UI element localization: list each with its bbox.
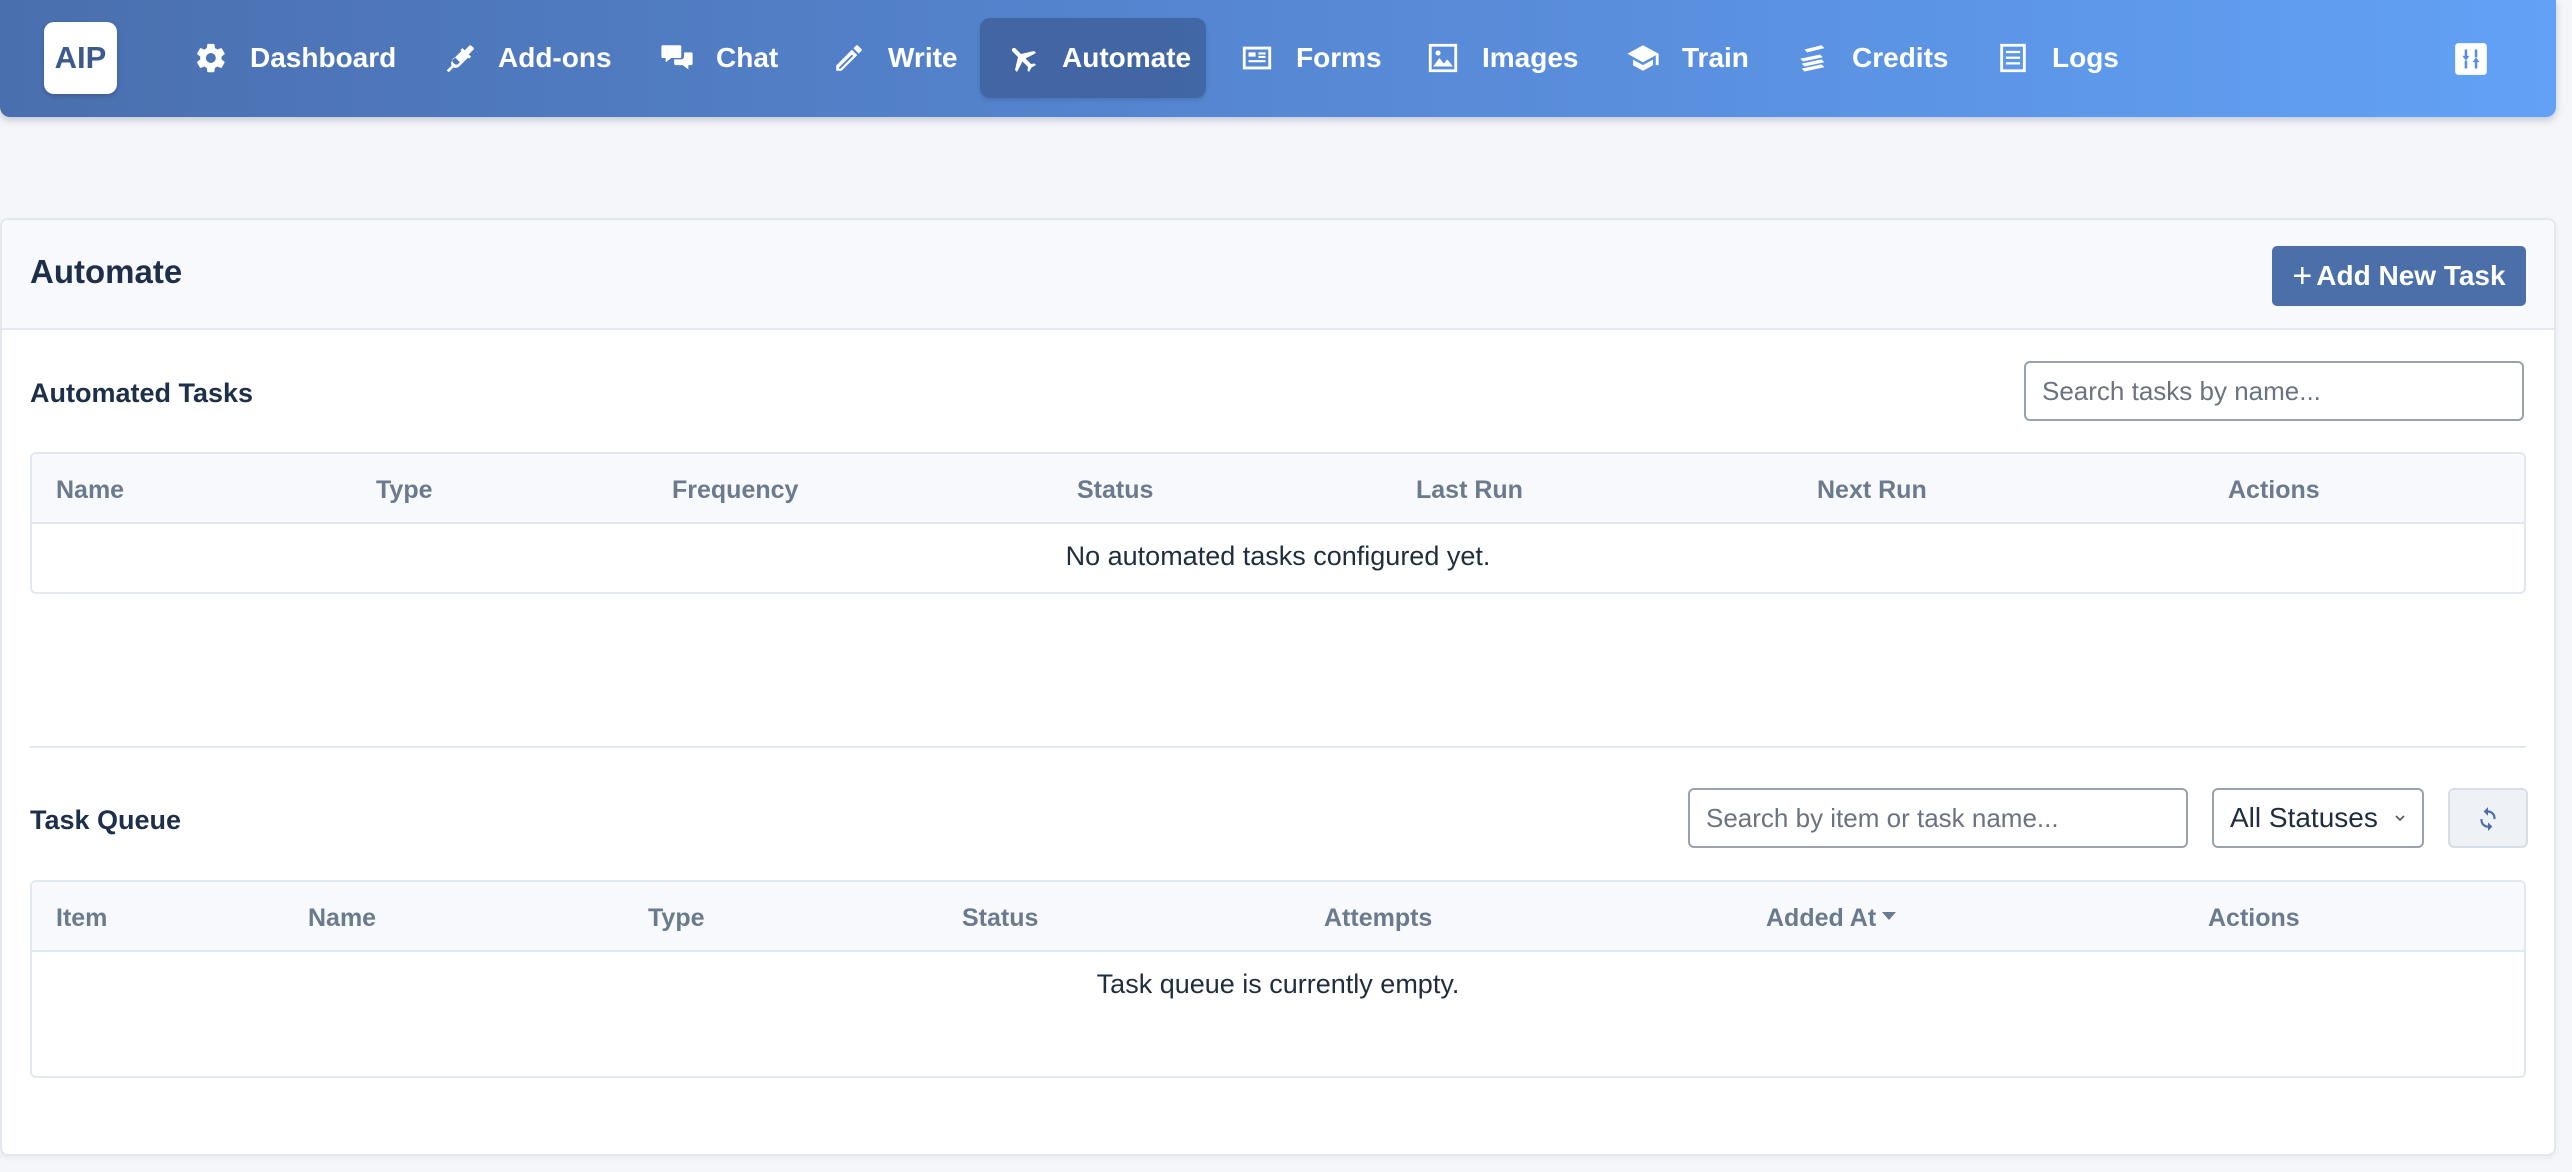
comments-icon — [660, 41, 694, 75]
nav-item-logs[interactable]: Logs — [1970, 18, 2145, 98]
column-header-item[interactable]: Item — [56, 904, 107, 933]
status-filter-select[interactable]: All Statuses — [2212, 788, 2424, 848]
column-header-status[interactable]: Status — [962, 904, 1038, 933]
plus-icon: + — [2292, 256, 2313, 295]
add-new-task-button[interactable]: + Add New Task — [2272, 246, 2526, 306]
sliders-icon[interactable] — [2452, 40, 2490, 78]
nav-label: Logs — [2052, 42, 2119, 73]
plug-icon — [442, 41, 476, 75]
table-header: Name Type Frequency Status Last Run Next… — [32, 454, 2524, 524]
column-header-name[interactable]: Name — [308, 904, 376, 933]
sort-desc-icon — [1882, 912, 1897, 920]
top-navbar: AIP Dashboard Add-ons Chat Write Automat… — [0, 0, 2556, 117]
add-new-task-label: Add New Task — [2316, 260, 2506, 291]
status-filter-value: All Statuses — [2230, 802, 2378, 833]
column-header-status[interactable]: Status — [1077, 476, 1153, 505]
automated-tasks-table: Name Type Frequency Status Last Run Next… — [30, 452, 2526, 594]
form-icon — [1240, 41, 1274, 75]
pencil-icon — [832, 41, 866, 75]
nav-item-credits[interactable]: Credits — [1770, 18, 1974, 98]
nav-item-dashboard[interactable]: Dashboard — [168, 18, 422, 98]
section-divider — [30, 746, 2526, 748]
image-icon — [1426, 41, 1460, 75]
card-header: Automate + Add New Task — [2, 220, 2554, 330]
nav-item-automate[interactable]: Automate — [980, 18, 1206, 98]
nav-item-add-ons[interactable]: Add-ons — [416, 18, 638, 98]
nav-label: Dashboard — [250, 42, 397, 73]
column-header-last-run[interactable]: Last Run — [1416, 476, 1523, 505]
refresh-button[interactable] — [2448, 788, 2528, 848]
table-header: Item Name Type Status Attempts Added At … — [32, 882, 2524, 952]
nav-item-write[interactable]: Write — [806, 18, 984, 98]
refresh-icon — [2480, 807, 2496, 831]
empty-state-message: Task queue is currently empty. — [1096, 969, 1460, 999]
empty-state-message: No automated tasks configured yet. — [1065, 541, 1491, 571]
column-header-added-at[interactable]: Added At — [1766, 904, 1897, 933]
list-icon — [1996, 41, 2030, 75]
chevron-down-icon — [2395, 815, 2405, 822]
nav-label: Write — [888, 42, 958, 73]
column-header-actions: Actions — [2228, 476, 2320, 504]
column-header-attempts[interactable]: Attempts — [1324, 904, 1432, 933]
nav-item-chat[interactable]: Chat — [634, 18, 804, 98]
graduation-cap-icon — [1626, 41, 1660, 75]
column-header-actions: Actions — [2208, 904, 2300, 932]
nav-item-forms[interactable]: Forms — [1214, 18, 1408, 98]
column-header-added-at-label: Added At — [1766, 904, 1877, 932]
nav-label: Automate — [1062, 42, 1192, 73]
plane-icon — [1006, 41, 1040, 75]
nav-label: Credits — [1852, 42, 1949, 73]
nav-item-images[interactable]: Images — [1400, 18, 1605, 98]
queue-search-input[interactable] — [1688, 788, 2188, 848]
column-header-type[interactable]: Type — [376, 476, 433, 505]
column-header-name[interactable]: Name — [56, 476, 124, 505]
nav-label: Images — [1482, 42, 1579, 73]
column-header-frequency[interactable]: Frequency — [672, 476, 798, 505]
column-header-type[interactable]: Type — [648, 904, 705, 933]
automated-tasks-title: Automated Tasks — [30, 378, 254, 408]
nav-label: Chat — [716, 42, 779, 73]
task-queue-title: Task Queue — [30, 805, 182, 835]
nav-label: Train — [1682, 42, 1749, 73]
app-logo[interactable]: AIP — [44, 22, 117, 94]
nav-label: Forms — [1296, 42, 1382, 73]
coins-icon — [1796, 41, 1830, 75]
column-header-next-run[interactable]: Next Run — [1817, 476, 1927, 505]
gear-icon — [194, 41, 228, 75]
nav-item-train[interactable]: Train — [1600, 18, 1775, 98]
page-title: Automate — [30, 253, 183, 290]
automate-card: Automate + Add New Task Automated Tasks … — [0, 218, 2556, 1156]
task-queue-table: Item Name Type Status Attempts Added At … — [30, 880, 2526, 1078]
tasks-search-input[interactable] — [2024, 361, 2524, 421]
nav-label: Add-ons — [498, 42, 612, 73]
